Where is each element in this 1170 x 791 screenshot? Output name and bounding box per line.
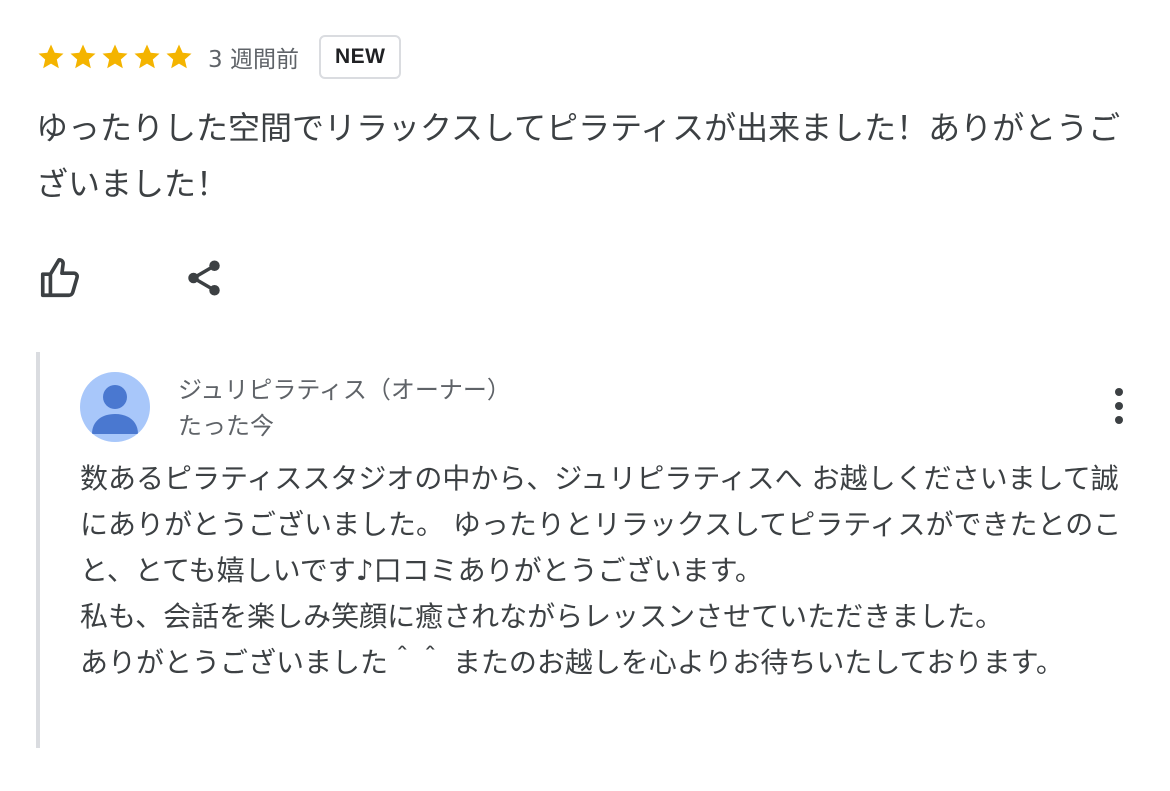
- more-vert-icon: [1115, 402, 1123, 410]
- share-button[interactable]: [180, 254, 228, 302]
- owner-reply-text: 数あるピラティススタジオの中から、ジュリピラティスへ お越しくださいまして誠にあ…: [80, 462, 1122, 679]
- share-icon: [188, 260, 220, 296]
- star-icon: [70, 44, 96, 69]
- review-time: 3 週間前: [208, 47, 299, 73]
- person-icon: [92, 385, 138, 434]
- more-vert-icon: [1115, 388, 1123, 396]
- owner-reply-time: たった今: [178, 412, 274, 440]
- more-options-button[interactable]: [1104, 382, 1134, 430]
- review-header: 3 週間前 NEW: [36, 32, 402, 82]
- thumbs-up-icon: [40, 257, 79, 298]
- owner-reply: ジュリピラティス（オーナー） たった今 数あるピラティススタジオの中から、ジュリ…: [36, 352, 1150, 748]
- owner-name: ジュリピラティス（オーナー）: [178, 376, 511, 404]
- review-actions: [36, 254, 228, 302]
- owner-avatar: [80, 372, 150, 442]
- star-icon: [102, 44, 128, 69]
- like-button[interactable]: [36, 254, 84, 302]
- new-badge: NEW: [318, 35, 402, 79]
- star-icon: [134, 44, 160, 69]
- more-vert-icon: [1115, 416, 1123, 424]
- review-text: ゆったりした空間でリラックスしてピラティスが出来ました！ありがとうございました！: [36, 109, 1121, 203]
- star-icon: [38, 44, 64, 69]
- star-icon: [166, 44, 192, 69]
- star-rating: [36, 42, 194, 72]
